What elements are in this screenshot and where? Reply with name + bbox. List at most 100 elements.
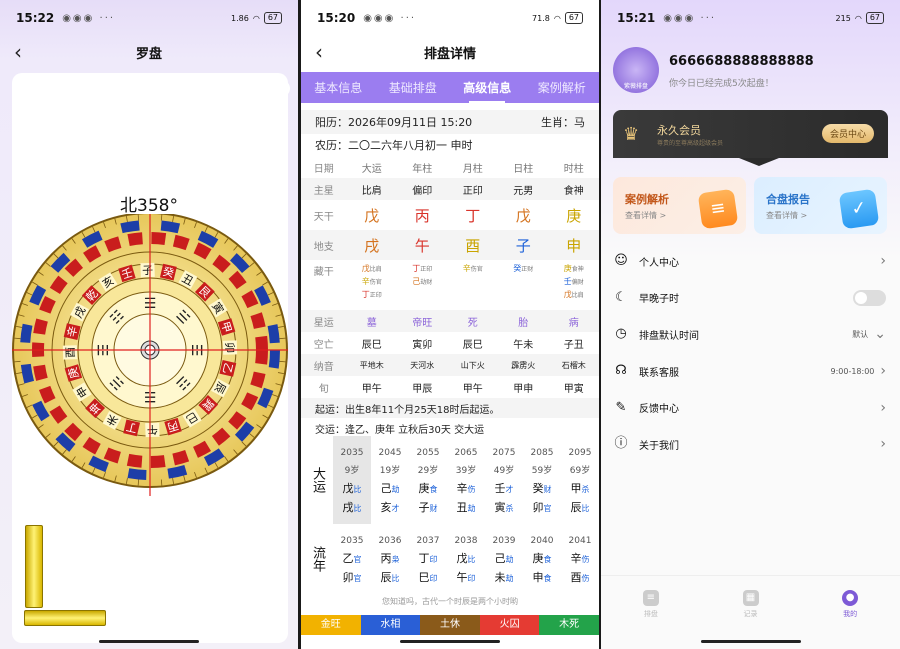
cell: 午未	[513, 339, 534, 351]
tab-advanced-info[interactable]: 高级信息	[461, 75, 513, 103]
cell: 辰巳	[361, 339, 382, 351]
vip-banner[interactable]: ♛ 永久会员 尊贵的至尊高级超级会员 会员中心	[613, 110, 888, 158]
nayin-row: 纳音 平地木 天河水 山下火 霹雳火 石榴木	[301, 354, 599, 376]
year-column[interactable]: 2038 戊比 午印	[447, 524, 485, 594]
row-label: 藏干	[313, 267, 334, 278]
cell: 墓	[366, 317, 377, 329]
chart-icon: ≡	[642, 590, 659, 606]
gan: 丁	[418, 552, 430, 565]
year-column[interactable]: 2075 49岁 壬才 寅杀	[485, 436, 523, 524]
wifi-icon: ◠	[252, 13, 260, 23]
shishen: 比肩	[369, 266, 382, 273]
vip-title: 永久会员	[657, 124, 701, 137]
row-label: 星运	[313, 317, 334, 329]
ganzhi-bottom: 未劫	[485, 569, 523, 588]
cell: 戌	[364, 236, 380, 255]
tab-case-analysis[interactable]: 案例解析	[536, 75, 588, 100]
year-column[interactable]: 2045 19岁 己劫 亥才	[371, 436, 409, 524]
match-report-sub: 查看详情 >	[766, 211, 808, 220]
match-report-card[interactable]: 合盘报告 查看详情 > ✓	[754, 177, 887, 234]
gan: 癸	[532, 482, 544, 495]
page-title: 罗盘	[135, 46, 162, 62]
year-column[interactable]: 2085 59岁 癸财 卯官	[523, 436, 561, 524]
menu-about[interactable]: ⓘ 关于我们 ›	[601, 426, 900, 463]
year-column[interactable]: 2039 己劫 未劫	[485, 524, 523, 594]
year-column[interactable]: 2040 庚食 申食	[523, 524, 561, 594]
menu-label: 个人中心	[639, 257, 679, 269]
case-analysis-card[interactable]: 案例解析 查看详情 > ≡	[613, 177, 746, 234]
chevron-right-icon: ›	[880, 253, 886, 270]
document-icon: ≡	[697, 188, 739, 230]
vip-subtitle: 尊贵的至尊高级超级会员	[657, 140, 724, 147]
cell: 胎	[518, 317, 529, 329]
year-column[interactable]: 2065 39岁 辛伤 丑劫	[447, 436, 485, 524]
chart-detail-screen: 15:20 ◉◉◉ ··· 71.8 ◠ 67 ‹ 排盘详情 基本信息 基础排盘…	[301, 0, 599, 649]
menu-customer-service[interactable]: ☊ 联系客服 9:00-18:00 ›	[601, 353, 900, 390]
early-late-zi-toggle[interactable]	[853, 289, 886, 306]
shishen: 杀	[581, 485, 590, 494]
home-indicator[interactable]	[400, 640, 500, 643]
status-app-icons: ◉◉◉ ···	[663, 12, 717, 24]
gan: 辛	[361, 277, 370, 286]
zhi: 子	[418, 501, 430, 514]
ganzhi-top: 壬才	[485, 480, 523, 499]
shishen: 食	[543, 574, 552, 583]
home-indicator[interactable]	[99, 640, 199, 643]
ganzhi-bottom: 辰比	[561, 499, 599, 518]
cell: 申	[566, 236, 582, 255]
zhuxing-row: 主星 比肩 偏印 正印 元男 食神	[301, 178, 599, 200]
nav-mine[interactable]: ● 我的	[800, 576, 900, 635]
year-column[interactable]: 2035 9岁 戊比 戌比	[333, 436, 371, 524]
canggan-cell: 庚食神 壬偏财 戊比肩	[549, 263, 599, 302]
shishen: 正印	[369, 292, 382, 299]
home-indicator[interactable]	[700, 640, 801, 643]
degree-tick	[137, 214, 140, 221]
shishen: 枭	[391, 555, 400, 564]
avatar[interactable]: 紫薇排盘	[613, 47, 659, 93]
year-column[interactable]: 2055 29岁 庚食 子财	[409, 436, 447, 524]
jiaoyun-row: 交运：逢乙、庚年 立秋后30天 交大运	[301, 418, 599, 438]
gan: 丙	[380, 552, 392, 565]
canggan-cell: 癸正财	[498, 263, 549, 276]
zhi: 戌	[342, 501, 354, 514]
shishen: 比肩	[571, 292, 584, 299]
year-column[interactable]: 2041 辛伤 酉伤	[561, 524, 599, 594]
back-arrow-icon[interactable]: ‹	[315, 40, 323, 64]
gan: 庚	[563, 264, 572, 273]
ganzhi-bottom: 巳印	[409, 569, 447, 588]
zodiac: 生肖：马	[541, 116, 585, 129]
menu-personal-center[interactable]: ☺ 个人中心 ›	[601, 243, 900, 280]
menu-label: 早晚子时	[639, 294, 679, 306]
year: 2035	[340, 448, 364, 458]
gan: 辛	[456, 482, 468, 495]
member-center-button[interactable]: 会员中心	[821, 124, 874, 143]
year-column[interactable]: 2037 丁印 巳印	[409, 524, 447, 594]
nav-paipan[interactable]: ≡ 排盘	[601, 576, 701, 635]
year-column[interactable]: 2035 乙官 卯官	[333, 524, 371, 594]
liunian-label-text: 流年	[310, 546, 325, 572]
jiaoyun-text: 交运：逢乙、庚年 立秋后30天 交大运	[315, 424, 485, 436]
cell: 山下火	[460, 360, 485, 370]
cell: 元男	[513, 185, 534, 197]
shishen: 正印	[420, 266, 433, 273]
ganzhi-bottom: 卯官	[333, 569, 371, 588]
net-speed: 71.8	[532, 13, 550, 23]
cell: 帝旺	[412, 317, 433, 329]
degree-tick	[160, 479, 163, 486]
menu-feedback[interactable]: ✎ 反馈中心 ›	[601, 389, 900, 426]
year-column[interactable]: 2095 69岁 甲杀 辰比	[561, 436, 599, 524]
xingyun-row: 星运 墓 帝旺 死 胎 病	[301, 310, 599, 332]
degree-tick	[279, 360, 286, 363]
tab-basic-info[interactable]: 基本信息	[312, 75, 364, 100]
menu-default-time[interactable]: ◷ 排盘默认时间 默认 ⌄	[601, 316, 900, 353]
year-column[interactable]: 2036 丙枭 辰比	[371, 524, 409, 594]
degree-tick	[279, 337, 286, 340]
gan: 壬	[563, 277, 572, 286]
tab-basic-chart[interactable]: 基础排盘	[387, 75, 439, 100]
compass-dial[interactable]: 子癸丑艮寅甲卯乙辰巽巳丙午丁未坤申庚酉辛戌乾亥壬 ☰☱☲☳☴☵☶☷	[12, 214, 288, 496]
row-label: 空亡	[313, 339, 334, 351]
nav-records[interactable]: ▦ 记录	[701, 576, 801, 635]
header-hour: 时柱	[563, 163, 584, 175]
ganzhi-top: 辛伤	[447, 480, 485, 499]
back-arrow-icon[interactable]: ‹	[14, 40, 22, 64]
